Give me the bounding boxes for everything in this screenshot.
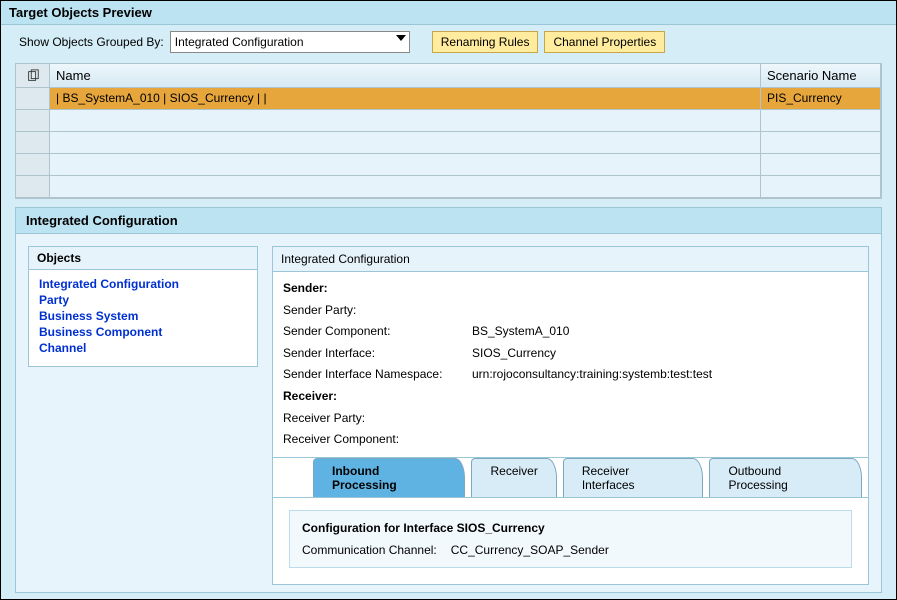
sender-interface-label: Sender Interface: bbox=[283, 343, 468, 365]
section-body: Objects Integrated Configuration Party B… bbox=[15, 233, 882, 593]
detail-body: Sender: Sender Party: Sender Component:B… bbox=[273, 272, 868, 458]
object-link-party[interactable]: Party bbox=[39, 292, 247, 308]
grid: Name Scenario Name | BS_SystemA_010 | SI… bbox=[15, 63, 882, 199]
receiver-party-label: Receiver Party: bbox=[283, 408, 468, 430]
object-link-channel[interactable]: Channel bbox=[39, 340, 247, 356]
sender-party-label: Sender Party: bbox=[283, 300, 468, 322]
tab-content: Configuration for Interface SIOS_Currenc… bbox=[273, 498, 868, 584]
cell-name bbox=[50, 132, 761, 153]
object-link-integrated-configuration[interactable]: Integrated Configuration bbox=[39, 276, 247, 292]
sender-component-label: Sender Component: bbox=[283, 321, 468, 343]
row-handle[interactable] bbox=[16, 176, 50, 197]
objects-title: Objects bbox=[29, 247, 257, 270]
table-row[interactable] bbox=[16, 110, 881, 132]
object-link-business-component[interactable]: Business Component bbox=[39, 324, 247, 340]
table-row[interactable] bbox=[16, 154, 881, 176]
row-handle[interactable] bbox=[16, 88, 50, 109]
config-box-title: Configuration for Interface SIOS_Currenc… bbox=[302, 521, 839, 535]
objects-panel: Objects Integrated Configuration Party B… bbox=[28, 246, 258, 367]
sender-ns-value: urn:rojoconsultancy:training:systemb:tes… bbox=[472, 364, 712, 386]
panel-title: Target Objects Preview bbox=[1, 1, 896, 25]
group-by-select[interactable]: Integrated Configuration bbox=[170, 31, 410, 53]
tab-receiver[interactable]: Receiver bbox=[471, 458, 556, 497]
cell-scenario bbox=[761, 110, 881, 131]
channel-properties-button[interactable]: Channel Properties bbox=[544, 31, 665, 53]
row-handle[interactable] bbox=[16, 132, 50, 153]
col-name[interactable]: Name bbox=[50, 64, 761, 87]
table-row[interactable]: | BS_SystemA_010 | SIOS_Currency | | PIS… bbox=[16, 88, 881, 110]
receiver-component-label: Receiver Component: bbox=[283, 429, 468, 451]
col-scenario[interactable]: Scenario Name bbox=[761, 64, 881, 87]
group-by-label: Show Objects Grouped By: bbox=[19, 35, 164, 49]
cell-scenario bbox=[761, 154, 881, 175]
tab-receiver-interfaces[interactable]: Receiver Interfaces bbox=[563, 458, 704, 497]
cell-name bbox=[50, 154, 761, 175]
detail-panel: Integrated Configuration Sender: Sender … bbox=[272, 246, 869, 585]
renaming-rules-button[interactable]: Renaming Rules bbox=[432, 31, 539, 53]
cell-name bbox=[50, 110, 761, 131]
comm-channel-value: CC_Currency_SOAP_Sender bbox=[451, 543, 609, 557]
row-handle[interactable] bbox=[16, 154, 50, 175]
copy-icon[interactable] bbox=[16, 64, 50, 87]
table-row[interactable] bbox=[16, 132, 881, 154]
tabs: Inbound Processing Receiver Receiver Int… bbox=[273, 458, 868, 498]
tab-outbound-processing[interactable]: Outbound Processing bbox=[709, 458, 862, 497]
object-link-business-system[interactable]: Business System bbox=[39, 308, 247, 324]
table-row[interactable] bbox=[16, 176, 881, 198]
cell-scenario: PIS_Currency bbox=[761, 88, 881, 109]
sender-interface-value: SIOS_Currency bbox=[472, 343, 556, 365]
section-title: Integrated Configuration bbox=[15, 207, 882, 233]
cell-scenario bbox=[761, 176, 881, 197]
comm-channel-label: Communication Channel: bbox=[302, 543, 437, 557]
receiver-heading: Receiver: bbox=[283, 386, 858, 408]
cell-scenario bbox=[761, 132, 881, 153]
detail-title: Integrated Configuration bbox=[273, 247, 868, 272]
sender-ns-label: Sender Interface Namespace: bbox=[283, 364, 468, 386]
cell-name: | BS_SystemA_010 | SIOS_Currency | | bbox=[50, 88, 761, 109]
toolbar: Show Objects Grouped By: Integrated Conf… bbox=[1, 25, 896, 63]
config-box: Configuration for Interface SIOS_Currenc… bbox=[289, 510, 852, 568]
sender-component-value: BS_SystemA_010 bbox=[472, 321, 569, 343]
tab-inbound-processing[interactable]: Inbound Processing bbox=[313, 458, 465, 497]
sender-heading: Sender: bbox=[283, 278, 858, 300]
row-handle[interactable] bbox=[16, 110, 50, 131]
cell-name bbox=[50, 176, 761, 197]
